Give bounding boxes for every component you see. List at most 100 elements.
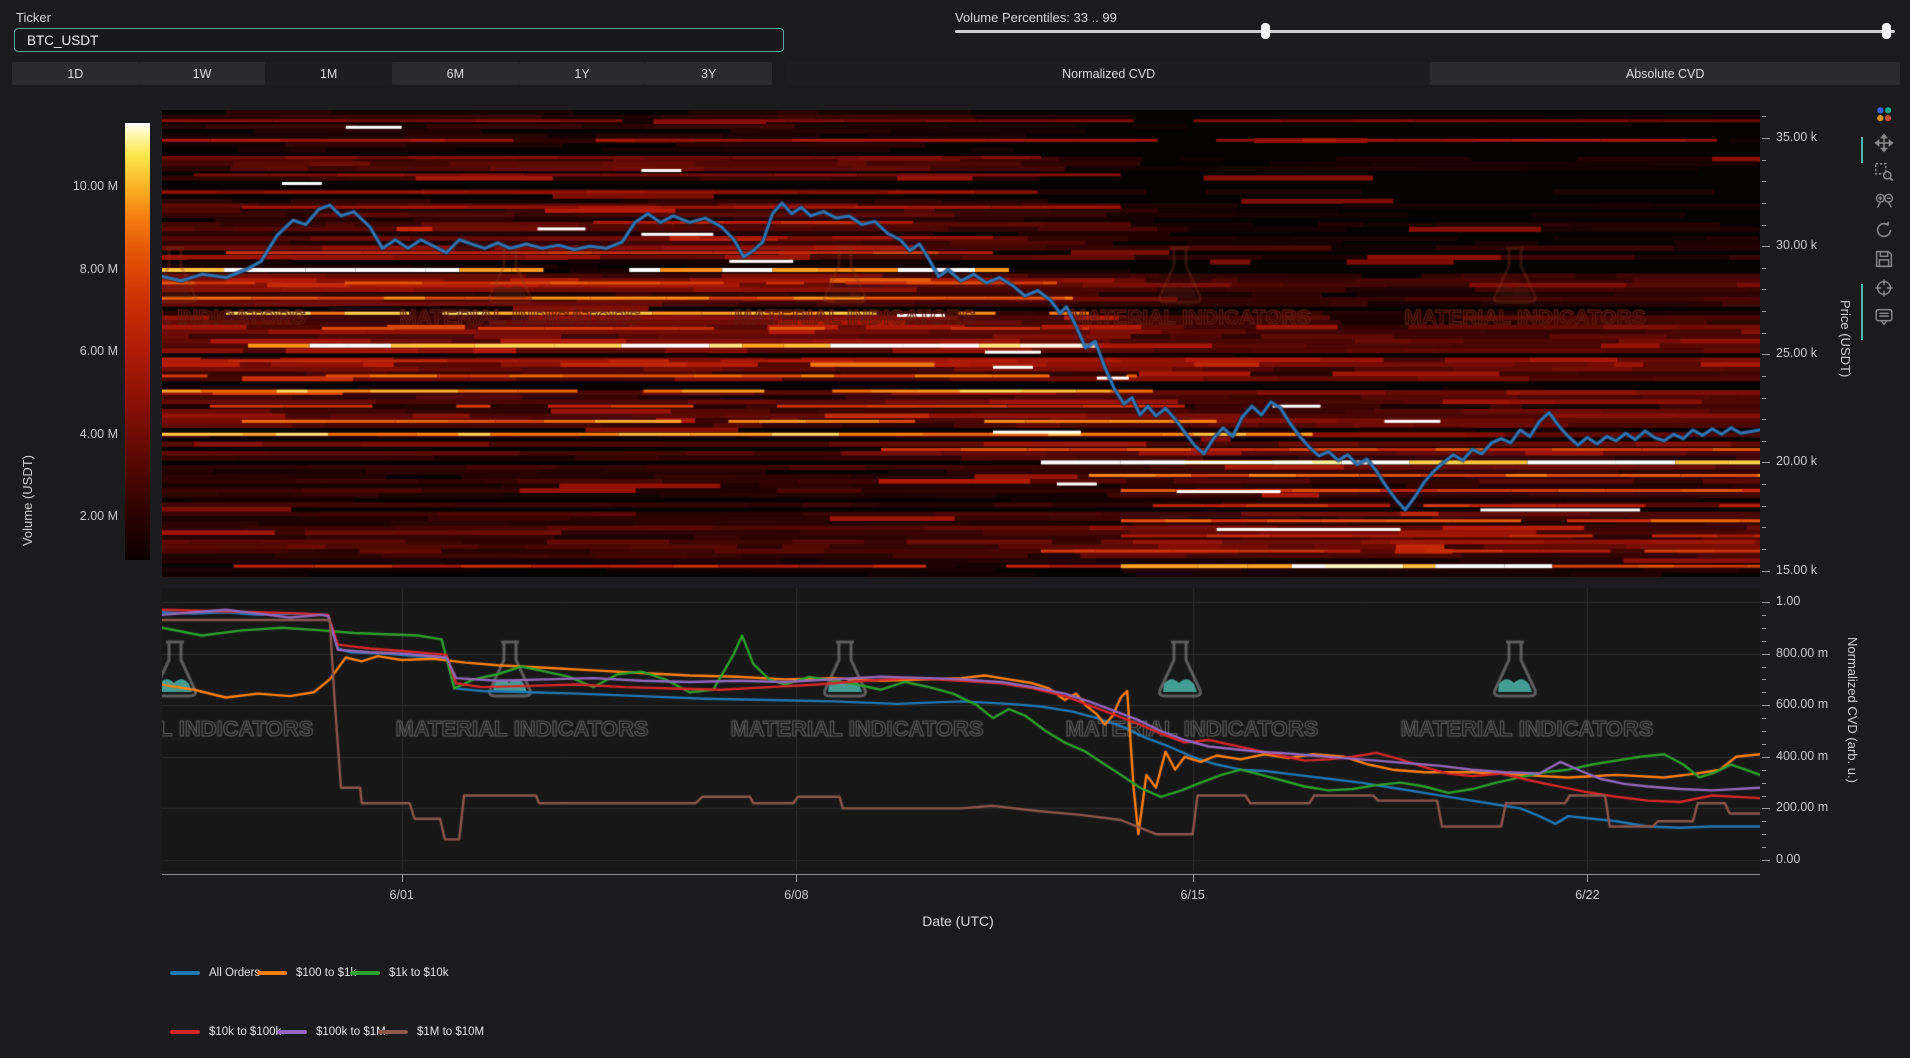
date-tick-label: 6/01 [390, 888, 414, 902]
legend-item[interactable]: $100k to $1M [277, 1026, 386, 1038]
range-button-1w[interactable]: 1W [139, 62, 266, 85]
tick-mark [1762, 225, 1766, 226]
cvd-mode-button-normalized[interactable]: Normalized CVD [787, 62, 1430, 85]
date-axis-title: Date (UTC) [922, 913, 994, 929]
tick-mark [1762, 203, 1766, 204]
tick-mark [1762, 160, 1766, 161]
legend-swatch [170, 1030, 200, 1034]
volume-tick-label: 6.00 M [18, 344, 118, 358]
price-tick-label: 15.00 k [1776, 563, 1817, 577]
tick-mark [402, 874, 403, 882]
tick-mark [1762, 744, 1766, 745]
volume-axis-title: Volume (USDT) [20, 455, 35, 546]
tick-mark [1762, 246, 1770, 247]
tick-mark [1762, 860, 1770, 861]
legend-item[interactable]: $100 to $1k [257, 967, 356, 979]
legend-label: $1M to $10M [417, 1026, 484, 1038]
tick-mark [1762, 462, 1770, 463]
hover-tooltip-icon[interactable] [1873, 306, 1895, 328]
tick-mark [1762, 692, 1766, 693]
tick-mark [1762, 654, 1770, 655]
tick-mark [1762, 376, 1766, 377]
volume-tick-label: 4.00 M [18, 427, 118, 441]
tick-mark [1762, 268, 1766, 269]
modebar-active-indicator [1861, 284, 1863, 340]
legend-label: $100 to $1k [296, 967, 356, 979]
tick-mark [1587, 874, 1588, 882]
legend-swatch [170, 971, 200, 975]
cvd-tick-label: 200.00 m [1776, 800, 1828, 814]
tick-mark [1762, 527, 1766, 528]
cvd-tick-label: 600.00 m [1776, 697, 1828, 711]
tick-mark [1762, 679, 1766, 680]
save-image-icon[interactable] [1873, 248, 1895, 270]
legend-item[interactable]: $10k to $100k [170, 1026, 281, 1038]
legend-item[interactable]: $1k to $10k [350, 967, 448, 979]
cvd-tick-label: 1.00 [1776, 594, 1800, 608]
zoom-in-out-icon[interactable] [1873, 190, 1895, 212]
crosshair-icon[interactable] [1873, 277, 1895, 299]
tick-mark [1762, 770, 1766, 771]
tick-mark [1762, 705, 1770, 706]
legend-swatch [277, 1030, 307, 1034]
legend-swatch [350, 971, 380, 975]
ticker-label: Ticker [16, 10, 51, 25]
tick-mark [1762, 484, 1766, 485]
price-tick-label: 35.00 k [1776, 130, 1817, 144]
modebar-active-indicator [1861, 137, 1863, 163]
box-zoom-icon[interactable] [1873, 161, 1895, 183]
range-button-6m[interactable]: 6M [392, 62, 519, 85]
legend-label: $100k to $1M [316, 1026, 386, 1038]
tick-mark [1762, 718, 1766, 719]
plotly-logo-icon[interactable] [1873, 103, 1895, 125]
tick-mark [1762, 731, 1766, 732]
price-tick-label: 20.00 k [1776, 454, 1817, 468]
date-tick-label: 6/15 [1181, 888, 1205, 902]
tick-mark [1762, 549, 1766, 550]
slider-handle-min[interactable] [1261, 23, 1270, 39]
volume-colorbar [125, 123, 150, 560]
tick-mark [1762, 138, 1770, 139]
pan-icon[interactable] [1873, 132, 1895, 154]
tick-mark [1762, 181, 1766, 182]
normalized-cvd-chart[interactable] [162, 588, 1760, 871]
price-tick-label: 25.00 k [1776, 346, 1817, 360]
tick-mark [796, 874, 797, 882]
range-button-3y[interactable]: 3Y [645, 62, 772, 85]
volume-tick-label: 2.00 M [18, 509, 118, 523]
legend-item[interactable]: All Orders [170, 967, 260, 979]
cvd-tick-label: 0.00 [1776, 852, 1800, 866]
price-tick-label: 30.00 k [1776, 238, 1817, 252]
cvd-mode-buttons: Normalized CVDAbsolute CVD [787, 62, 1900, 85]
tick-mark [1762, 834, 1766, 835]
legend-label: All Orders [209, 967, 260, 979]
range-button-1m[interactable]: 1M [265, 62, 392, 85]
reset-axes-icon[interactable] [1873, 219, 1895, 241]
heatmap-chart[interactable] [162, 110, 1760, 577]
date-tick-label: 6/08 [784, 888, 808, 902]
range-button-1d[interactable]: 1D [12, 62, 139, 85]
tick-mark [1762, 354, 1770, 355]
legend-item[interactable]: $1M to $10M [378, 1026, 484, 1038]
range-button-1y[interactable]: 1Y [519, 62, 646, 85]
cvd-mode-button-absolute[interactable]: Absolute CVD [1430, 62, 1900, 85]
tick-mark [1762, 821, 1766, 822]
tick-mark [1762, 333, 1766, 334]
legend-swatch [257, 971, 287, 975]
date-tick-label: 6/22 [1575, 888, 1599, 902]
tick-mark [1193, 874, 1194, 882]
ticker-input[interactable] [14, 28, 784, 52]
tick-mark [1762, 311, 1766, 312]
tick-mark [1762, 289, 1766, 290]
volume-percentiles-label: Volume Percentiles: 33 .. 99 [955, 10, 1117, 25]
slider-handle-max[interactable] [1882, 23, 1891, 39]
tick-mark [1762, 571, 1770, 572]
tick-mark [1762, 506, 1766, 507]
volume-percentiles-slider[interactable] [955, 30, 1895, 33]
cvd-tick-label: 800.00 m [1776, 646, 1828, 660]
tick-mark [1762, 757, 1770, 758]
tick-mark [1762, 667, 1766, 668]
cvd-tick-label: 400.00 m [1776, 749, 1828, 763]
tick-mark [1762, 419, 1766, 420]
legend-label: $1k to $10k [389, 967, 448, 979]
